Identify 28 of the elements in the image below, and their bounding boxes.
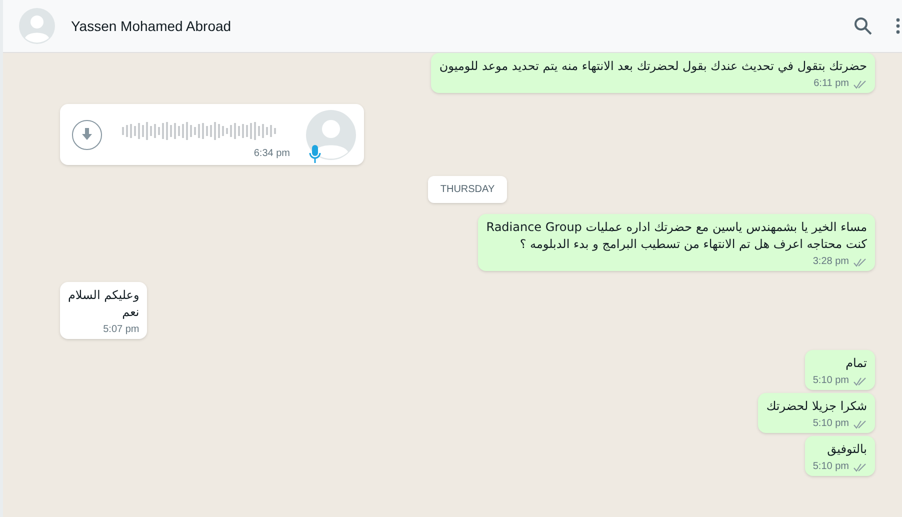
search-icon	[854, 17, 872, 35]
message-text: بالتوفيق	[826, 441, 867, 458]
message-time: 5:07 pm	[103, 323, 140, 337]
message-time: 3:28 pm	[812, 255, 849, 269]
message-time: 5:10 pm	[812, 460, 849, 474]
message-text: شكرا جزيلا لحضرتك	[766, 398, 867, 415]
menu-button[interactable]	[896, 18, 902, 34]
message-text: تمام	[844, 355, 867, 372]
double-check-icon	[853, 80, 867, 88]
message-text: مساء الخير يا بشمهندس ياسين مع حضرتك اداره عمليات Radiance Group كنت محتاجه اعرف هل تم الانتهاء من تسطيب البرامج و بدء الدبلومه ؟	[486, 219, 867, 253]
message-time: 5:10 pm	[812, 417, 849, 431]
message-text: حضرتك بتقول في تحديث عندك بقول لحضرتك بعد الانتهاء منه يتم تحديد موعد للوميون	[439, 58, 867, 75]
avatar-icon	[19, 8, 55, 44]
contact-name: Yassen Mohamed Abroad	[71, 16, 232, 36]
download-icon	[81, 128, 93, 141]
message-time: 6:11 pm	[814, 77, 849, 91]
microphone-icon	[309, 144, 321, 162]
message-time: 5:10 pm	[812, 374, 849, 388]
date-chip: THURSDAY	[428, 176, 507, 203]
download-button[interactable]	[72, 120, 102, 150]
double-check-icon	[853, 258, 867, 266]
message-text: وعليكم السلام نعم	[68, 287, 140, 321]
menu-icon	[896, 18, 900, 34]
double-check-icon	[853, 462, 867, 472]
double-check-icon	[853, 376, 867, 386]
message-time: 6:34 pm	[254, 147, 290, 161]
avatar-icon	[306, 110, 356, 160]
double-check-icon	[853, 420, 867, 428]
